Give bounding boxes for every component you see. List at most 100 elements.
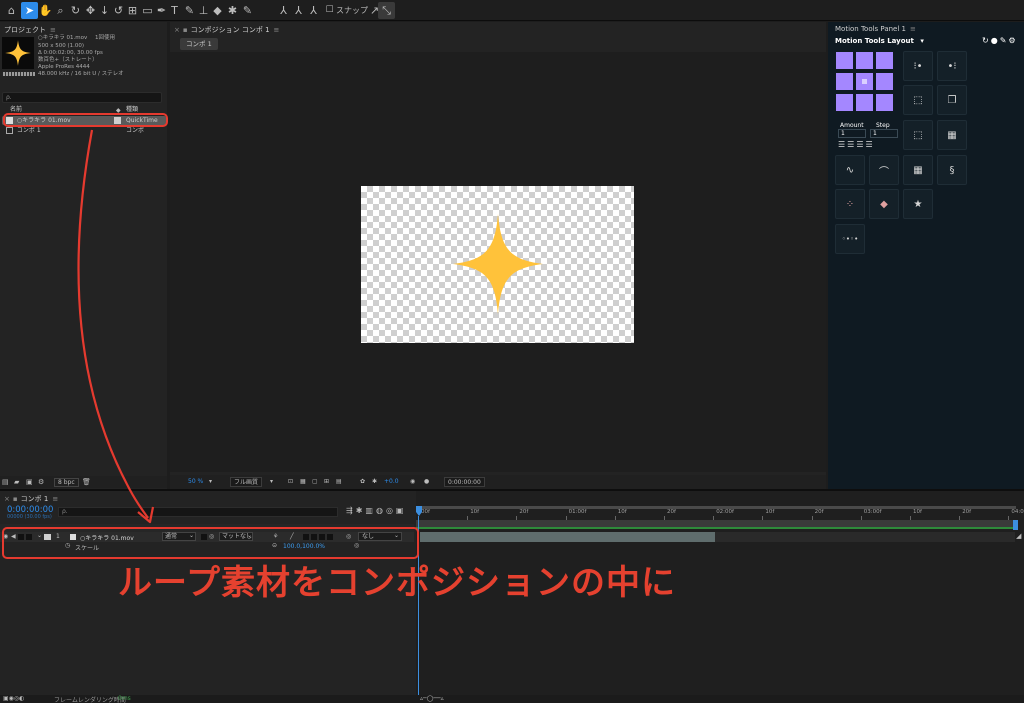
- grid-split-icon[interactable]: ▦: [937, 120, 967, 150]
- exposure-value[interactable]: +0.0: [384, 477, 399, 487]
- step-input[interactable]: 1: [870, 129, 898, 138]
- mask-visibility-icon[interactable]: ▢: [312, 477, 318, 487]
- annotation-caption: ループ素材をコンポジションの中に: [118, 563, 676, 603]
- timeline-footer: ▣◉◎◐ フレームレンダリング時間 0ms ▵─◯──▵: [0, 695, 1024, 703]
- footage-usage: 1回使用: [95, 35, 116, 41]
- snap-label: スナップ: [336, 6, 368, 15]
- spiral-expression-icon[interactable]: §: [937, 155, 967, 185]
- align-layers-icon[interactable]: ⁝•: [903, 51, 933, 81]
- snapshot-icon[interactable]: ◉: [410, 477, 415, 487]
- anchor-grid-button[interactable]: [835, 51, 895, 112]
- show-snapshot-icon[interactable]: ●: [424, 477, 429, 487]
- timeline-search-input[interactable]: ρ.: [58, 507, 338, 517]
- footer-toggle-icons[interactable]: ▣◉◎◐: [3, 695, 24, 702]
- distribute-layers-icon[interactable]: •⁝: [937, 51, 967, 81]
- selection-tool-icon[interactable]: ➤: [21, 2, 38, 19]
- footage-name: ○キラキラ 01.mov: [38, 35, 88, 41]
- motion-tools-title[interactable]: Motion Tools Layout ▾: [835, 37, 924, 45]
- ruler-tick-label: 10f: [617, 509, 627, 515]
- refresh-icon: ↻: [982, 36, 991, 45]
- motion-tools-header-icons[interactable]: ↻●✎⚙: [982, 36, 1018, 45]
- after-effects-window: ⌂ ➤ ✋ ⌕ ↻ ✥ ↓ ↺ ⊞ ▭ ✒ T ✎ ⊥ ◆ ✱ ✎ ⅄ ⅄ ⅄ …: [0, 0, 1024, 703]
- wiggle-curve-icon[interactable]: ∿: [835, 155, 865, 185]
- timeline-tab[interactable]: × ▪ コンポ 1 ≡: [4, 494, 58, 504]
- bpc-button[interactable]: 8 bpc: [54, 478, 79, 487]
- resolution-dropdown[interactable]: フル画質: [230, 477, 263, 487]
- viewer-tab[interactable]: × ▪ コンポジション コンポ 1 ≡: [174, 25, 279, 35]
- audio-waveform: [3, 72, 35, 76]
- interpret-footage-icon[interactable]: ▤: [2, 478, 9, 486]
- duplicate-layers-icon[interactable]: ❐: [937, 85, 967, 115]
- project-search-input[interactable]: ρ.: [2, 92, 162, 103]
- keyframe-sequence-icon[interactable]: ◦•◦•: [835, 224, 865, 254]
- zoom-dropdown-icon[interactable]: ▾: [209, 477, 212, 487]
- ruler-tick-label: 20f: [962, 509, 972, 515]
- current-frame: 00000 (30.00 fps): [7, 514, 52, 520]
- settings-icon[interactable]: ⚙: [38, 478, 44, 486]
- region-of-interest-icon[interactable]: ⊡: [288, 477, 293, 487]
- comp-marker-icon[interactable]: ◢: [1016, 532, 1021, 540]
- resolution-chevron-icon[interactable]: ▾: [270, 477, 273, 487]
- annotation-highlight-layer: [2, 527, 419, 559]
- render-time-label: フレームレンダリング時間: [54, 697, 126, 703]
- star-thumbnail-icon: [5, 40, 31, 66]
- grid-layout-icon[interactable]: ▦: [903, 155, 933, 185]
- timeline-switch-icons[interactable]: ⇶✱▥◍◎▣: [346, 506, 406, 515]
- layer-duration-bar[interactable]: [420, 532, 715, 542]
- viewer-comp-tab[interactable]: コンポ 1: [180, 38, 218, 50]
- home-icon[interactable]: ⌂: [3, 2, 20, 19]
- puppet-pin-icon[interactable]: ✎: [239, 2, 256, 19]
- project-item-name: コンポ 1: [16, 127, 41, 134]
- transparency-grid-icon[interactable]: ▦: [300, 477, 306, 487]
- work-area-end-handle[interactable]: [1013, 520, 1018, 530]
- footage-info-3: Apple ProRes 4444: [38, 64, 90, 70]
- new-comp-icon[interactable]: ▣: [26, 478, 33, 486]
- sequence-layers-icons[interactable]: ☰☰☰☰: [838, 140, 875, 149]
- ruler-tick-label: 10f: [765, 509, 775, 515]
- viewer-timecode[interactable]: 0:00:00:00: [444, 477, 485, 487]
- project-tab[interactable]: プロジェクト ≡: [4, 25, 56, 35]
- footage-thumbnail: [2, 37, 34, 69]
- footage-info-4: 48.000 kHz / 16 bit U / ステレオ: [38, 71, 124, 77]
- guides-icon[interactable]: ⊞: [324, 477, 329, 487]
- new-file-star-icon[interactable]: ★: [903, 189, 933, 219]
- zoom-slider-icon[interactable]: ▵─◯──▵: [420, 695, 444, 702]
- anchor-to-center-icon[interactable]: ⬚: [903, 85, 933, 115]
- settings-gear-icon: ⚙: [1008, 36, 1018, 45]
- footage-info-1: Δ 0:00:02:00, 30.00 fps: [38, 50, 103, 56]
- view-axis-icon[interactable]: ⅄: [305, 2, 322, 19]
- footage-info-2: 数百色+（ストレート）: [38, 57, 98, 63]
- ruler-tick-label: 03:00f: [863, 509, 882, 515]
- ruler-tick-label: 20f: [519, 509, 529, 515]
- project-footer: ▤ ▰ ▣ ⚙ 8 bpc 🗑: [0, 476, 167, 488]
- ruler-tick-label: 10f: [913, 509, 922, 515]
- comp-icon: [6, 127, 13, 134]
- ruler-tick-label: 04:0: [1011, 509, 1024, 515]
- reset-exposure-icon[interactable]: ✱: [372, 477, 377, 487]
- empty-track: [715, 532, 1015, 542]
- mirror-keyframes-icon[interactable]: ◆: [869, 189, 899, 219]
- sparkle-star-shape[interactable]: [451, 212, 545, 316]
- new-folder-icon[interactable]: ▰: [14, 478, 19, 486]
- bounding-box-icon[interactable]: ⬚: [903, 120, 933, 150]
- motion-tools-tab[interactable]: Motion Tools Panel 1 ≡: [835, 25, 916, 33]
- step-label: Step: [876, 122, 890, 129]
- keyframe-pair-icon[interactable]: ⁘: [835, 189, 865, 219]
- tools-toolbar: ⌂ ➤ ✋ ⌕ ↻ ✥ ↓ ↺ ⊞ ▭ ✒ T ✎ ⊥ ◆ ✱ ✎ ⅄ ⅄ ⅄ …: [0, 0, 1024, 21]
- project-item-type: コンポ: [126, 127, 145, 134]
- zoom-level[interactable]: 50 %: [188, 477, 203, 487]
- grid-icon[interactable]: ▤: [336, 477, 342, 487]
- project-item-comp[interactable]: コンポ 1 コンポ: [2, 126, 166, 135]
- amount-input[interactable]: 1: [838, 129, 866, 138]
- ruler-tick-label: 20f: [667, 509, 676, 515]
- ruler-tick-label: 01:00f: [568, 509, 587, 515]
- ruler-tick-label: 10f: [470, 509, 480, 515]
- trash-icon[interactable]: 🗑: [82, 478, 91, 486]
- snap-toggle-icon[interactable]: ⤡: [378, 2, 395, 19]
- viewer-footer: [170, 475, 826, 489]
- ruler-tick-label: 02:00f: [716, 509, 734, 515]
- ruler-tick-label: 00f: [421, 509, 430, 515]
- bounce-curve-icon[interactable]: ⌒: [869, 155, 899, 185]
- annotation-highlight-project-item: [3, 113, 168, 127]
- color-channel-icon[interactable]: ✿: [360, 477, 365, 487]
